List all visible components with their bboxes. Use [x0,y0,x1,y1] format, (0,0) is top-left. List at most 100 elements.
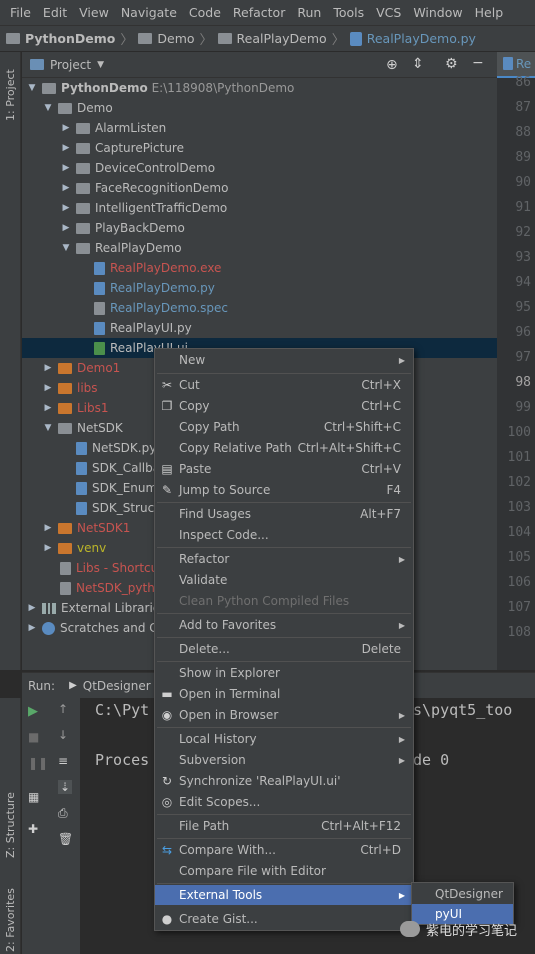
menu-item-copy-path[interactable]: Copy Path Ctrl+Shift+C [155,417,413,437]
menu-bar: File Edit View Navigate Code Refactor Ru… [0,0,535,26]
tree-item[interactable]: ▶ PlayBackDemo [22,218,497,238]
tree-item[interactable]: ▶ FaceRecognitionDemo [22,178,497,198]
tree-item[interactable]: RealPlayUI.py [22,318,497,338]
tree-item[interactable]: RealPlayDemo.py [22,278,497,298]
menu-item-file-path[interactable]: File Path Ctrl+Alt+F12 [155,816,413,836]
collapse-arrow-icon[interactable]: ▶ [60,122,72,134]
up-icon[interactable]: ↑ [58,702,68,716]
tree-item[interactable]: RealPlayDemo.exe [22,258,497,278]
menu-item-local-history[interactable]: Local History ▶ [155,729,413,749]
menu-item-cut[interactable]: ✂ Cut Ctrl+X [155,375,413,395]
collapse-arrow-icon[interactable]: ▶ [60,202,72,214]
menu-item-open-in-terminal[interactable]: ▬ Open in Terminal [155,684,413,704]
line-number: 98 [515,375,531,390]
menu-refactor[interactable]: Refactor [227,5,291,20]
pause-icon[interactable]: ❚❚ [28,756,48,770]
menu-item-new[interactable]: New ▶ [155,350,413,370]
tree-item[interactable]: RealPlayDemo.spec [22,298,497,318]
print-icon[interactable]: ⎙ [58,806,68,821]
menu-item-create-gist[interactable]: ● Create Gist... [155,909,413,929]
collapse-arrow-icon[interactable]: ▶ [42,542,54,554]
structure-tool-tab[interactable]: Z: Structure [1,790,20,860]
menu-item-jump-to-source[interactable]: ✎ Jump to Source F4 [155,480,413,500]
breadcrumb-item[interactable]: RealPlayDemo [217,31,327,46]
project-view-selector[interactable]: Project [50,58,91,72]
menu-vcs[interactable]: VCS [370,5,407,20]
collapse-all-icon[interactable]: ⇕ [412,56,424,72]
gear-icon[interactable]: ⚙ [445,56,458,72]
tree-item[interactable]: ▶ IntelligentTrafficDemo [22,198,497,218]
chevron-down-icon[interactable]: ▼ [97,60,104,70]
down-icon[interactable]: ↓ [58,728,68,742]
project-tool-tab[interactable]: 1: Project [1,60,20,130]
menu-item-delete[interactable]: Delete... Delete [155,639,413,659]
collapse-arrow-icon[interactable]: ▶ [26,602,38,614]
run-config-tab[interactable]: QtDesigner [83,679,151,693]
line-number: 86 [515,75,531,90]
menu-item-find-usages[interactable]: Find Usages Alt+F7 [155,504,413,524]
expand-arrow-icon[interactable]: ▼ [42,102,54,114]
trash-icon[interactable]: 🗑 [58,832,73,846]
collapse-arrow-icon[interactable]: ▶ [60,142,72,154]
menu-view[interactable]: View [73,5,115,20]
menu-item-refactor[interactable]: Refactor ▶ [155,549,413,569]
line-number: 97 [515,350,531,365]
menu-item-synchronize[interactable]: ↻ Synchronize 'RealPlayUI.ui' [155,771,413,791]
menu-item-copy-relative-path[interactable]: Copy Relative Path Ctrl+Alt+Shift+C [155,438,413,458]
menu-item-show-in-explorer[interactable]: Show in Explorer [155,663,413,683]
menu-item-open-in-browser[interactable]: ◉ Open in Browser ▶ [155,705,413,725]
collapse-arrow-icon[interactable]: ▶ [42,382,54,394]
scroll-to-end-icon[interactable]: ⇣ [58,780,73,794]
menu-code[interactable]: Code [183,5,227,20]
expand-arrow-icon[interactable]: ▼ [42,422,54,434]
layout-icon[interactable]: ▦ [28,790,39,804]
tree-item[interactable]: ▶ DeviceControlDemo [22,158,497,178]
menu-item-compare-with[interactable]: ⇆ Compare With... Ctrl+D [155,840,413,860]
rerun-icon[interactable]: ▶ [28,704,38,719]
menu-item-inspect-code[interactable]: Inspect Code... [155,525,413,545]
menu-navigate[interactable]: Navigate [115,5,183,20]
python-file-icon [503,57,513,70]
menu-item-paste[interactable]: ▤ Paste Ctrl+V [155,459,413,479]
menu-item-external-tools[interactable]: External Tools ▶ [155,885,413,905]
expand-arrow-icon[interactable]: ▼ [26,82,38,94]
collapse-arrow-icon[interactable]: ▶ [60,162,72,174]
favorites-tool-tab[interactable]: 2: Favorites [1,888,20,952]
minimize-icon[interactable]: − [472,55,484,71]
collapse-arrow-icon[interactable]: ▶ [60,182,72,194]
collapse-arrow-icon[interactable]: ▶ [60,222,72,234]
copy-icon: ❐ [161,399,173,413]
submenu-item-qtdesigner[interactable]: QtDesigner [412,884,513,904]
expand-arrow-icon[interactable]: ▼ [60,242,72,254]
tree-item[interactable]: ▼ RealPlayDemo [22,238,497,258]
menu-item-copy[interactable]: ❐ Copy Ctrl+C [155,396,413,416]
collapse-arrow-icon[interactable]: ▶ [42,522,54,534]
menu-help[interactable]: Help [469,5,510,20]
collapse-arrow-icon[interactable]: ▶ [42,402,54,414]
menu-item-compare-file-with-editor[interactable]: Compare File with Editor [155,861,413,881]
stop-icon[interactable]: ■ [28,730,39,744]
menu-item-subversion[interactable]: Subversion ▶ [155,750,413,770]
menu-edit[interactable]: Edit [37,5,73,20]
tree-item[interactable]: ▼ Demo [22,98,497,118]
breadcrumb-item[interactable]: RealPlayDemo.py [349,31,476,46]
menu-item-edit-scopes[interactable]: ◎ Edit Scopes... [155,792,413,812]
tree-item[interactable]: ▶ CapturePicture [22,138,497,158]
pin-icon[interactable]: ✚ [28,822,38,836]
run-side-toolbar: ▶ ↑ ■ ↓ ❚❚ ≡ ⇣ ▦ ⎙ ✚ 🗑 [22,698,80,954]
breadcrumb-item[interactable]: PythonDemo [6,31,115,46]
collapse-arrow-icon[interactable]: ▶ [42,362,54,374]
tree-item[interactable]: ▼ PythonDemo E:\118908\PythonDemo [22,78,497,98]
line-number: 102 [507,475,531,490]
menu-item-add-to-favorites[interactable]: Add to Favorites ▶ [155,615,413,635]
menu-run[interactable]: Run [291,5,327,20]
menu-item-validate[interactable]: Validate [155,570,413,590]
collapse-arrow-icon[interactable]: ▶ [26,622,38,634]
menu-window[interactable]: Window [407,5,468,20]
tree-item[interactable]: ▶ AlarmListen [22,118,497,138]
soft-wrap-icon[interactable]: ≡ [58,754,68,768]
locate-icon[interactable]: ⊕ [386,57,398,73]
breadcrumb-item[interactable]: Demo [138,31,195,46]
menu-file[interactable]: File [4,5,37,20]
menu-tools[interactable]: Tools [327,5,370,20]
